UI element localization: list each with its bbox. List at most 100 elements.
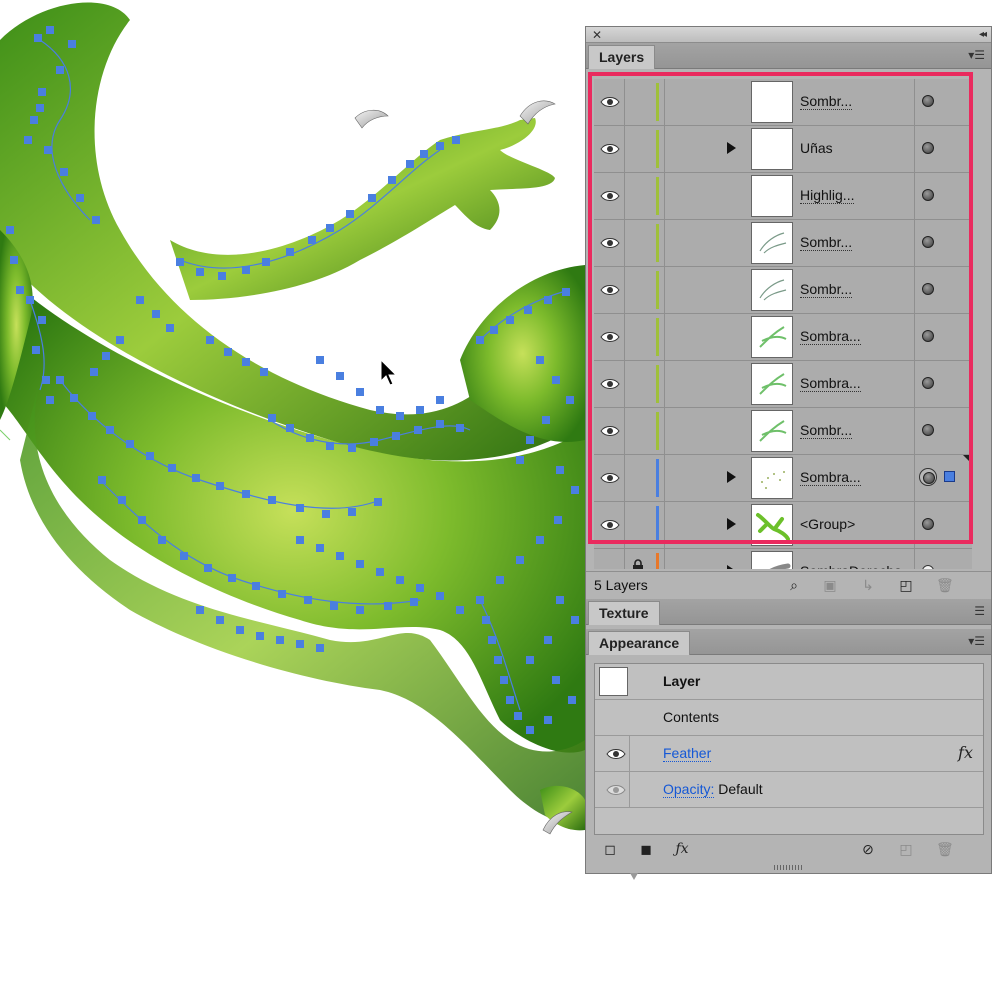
anchor-point[interactable] (106, 426, 114, 434)
anchor-point[interactable] (326, 442, 334, 450)
dock-collapse-icon[interactable]: ◂◂ (979, 27, 987, 43)
anchor-point[interactable] (260, 368, 268, 376)
anchor-point[interactable] (228, 574, 236, 582)
anchor-point[interactable] (146, 452, 154, 460)
anchor-point[interactable] (68, 40, 76, 48)
eye-icon[interactable] (598, 361, 622, 407)
anchor-point[interactable] (562, 288, 570, 296)
create-sublayer-icon[interactable]: ↳ (860, 577, 876, 593)
anchor-point[interactable] (116, 336, 124, 344)
anchor-point[interactable] (516, 556, 524, 564)
anchor-point[interactable] (506, 316, 514, 324)
anchor-point[interactable] (436, 592, 444, 600)
anchor-point[interactable] (252, 582, 260, 590)
anchor-point[interactable] (204, 564, 212, 572)
lock-icon[interactable] (632, 559, 644, 569)
anchor-point[interactable] (196, 268, 204, 276)
anchor-point[interactable] (60, 168, 68, 176)
anchor-point[interactable] (138, 516, 146, 524)
make-clipping-mask-icon[interactable]: ▣ (822, 577, 838, 593)
anchor-point[interactable] (90, 368, 98, 376)
panel-resize-grip[interactable] (774, 865, 802, 870)
layer-name[interactable]: Sombr... (800, 234, 853, 251)
anchor-point[interactable] (56, 66, 64, 74)
target-circle-icon[interactable] (922, 377, 934, 389)
anchor-point[interactable] (316, 356, 324, 364)
layer-row[interactable]: Sombra... (594, 361, 972, 408)
texture-menu-icon[interactable]: ☰ (974, 604, 985, 618)
anchor-point[interactable] (420, 150, 428, 158)
target-circle-icon[interactable] (922, 142, 934, 154)
eye-icon[interactable] (598, 173, 622, 219)
anchor-point[interactable] (544, 296, 552, 304)
anchor-point[interactable] (566, 396, 574, 404)
anchor-point[interactable] (88, 412, 96, 420)
anchor-point[interactable] (76, 194, 84, 202)
anchor-point[interactable] (436, 396, 444, 404)
anchor-point[interactable] (482, 616, 490, 624)
anchor-point[interactable] (506, 696, 514, 704)
target-circle-icon[interactable] (922, 189, 934, 201)
anchor-point[interactable] (262, 258, 270, 266)
dock-title-bar[interactable]: ✕ ◂◂ (586, 27, 991, 43)
anchor-point[interactable] (571, 486, 579, 494)
anchor-point[interactable] (414, 426, 422, 434)
anchor-point[interactable] (16, 286, 24, 294)
anchor-point[interactable] (356, 606, 364, 614)
tab-texture[interactable]: Texture (588, 601, 660, 625)
anchor-point[interactable] (436, 142, 444, 150)
anchor-point[interactable] (268, 496, 276, 504)
eye-icon[interactable] (598, 314, 622, 360)
locate-object-icon[interactable]: ⌕ (786, 577, 802, 593)
anchor-point[interactable] (192, 474, 200, 482)
add-stroke-icon[interactable]: ◻ (602, 841, 618, 857)
anchor-point[interactable] (176, 258, 184, 266)
anchor-point[interactable] (494, 656, 502, 664)
anchor-point[interactable] (374, 498, 382, 506)
target-circle-icon[interactable] (922, 518, 934, 530)
layer-name[interactable]: Highlig... (800, 187, 855, 204)
eye-icon[interactable] (598, 220, 622, 266)
anchor-point[interactable] (346, 210, 354, 218)
anchor-point[interactable] (348, 444, 356, 452)
anchor-point[interactable] (102, 352, 110, 360)
target-circle-icon[interactable] (922, 424, 934, 436)
anchor-point[interactable] (136, 296, 144, 304)
anchor-point[interactable] (526, 726, 534, 734)
expand-triangle-icon[interactable] (727, 142, 736, 154)
anchor-point[interactable] (526, 656, 534, 664)
layer-name[interactable]: Sombr... (800, 93, 853, 110)
anchor-point[interactable] (296, 504, 304, 512)
anchor-point[interactable] (10, 256, 18, 264)
anchor-point[interactable] (256, 632, 264, 640)
anchor-point[interactable] (304, 596, 312, 604)
anchor-point[interactable] (30, 116, 38, 124)
anchor-point[interactable] (24, 136, 32, 144)
anchor-point[interactable] (218, 272, 226, 280)
expand-triangle-icon[interactable] (727, 518, 736, 530)
anchor-point[interactable] (496, 576, 504, 584)
anchor-point[interactable] (216, 482, 224, 490)
layer-name[interactable]: Sombra... (800, 469, 861, 486)
eye-icon-dim[interactable] (603, 780, 629, 800)
target-circle-icon[interactable] (922, 565, 934, 569)
appearance-menu-icon[interactable]: ▾☰ (968, 634, 985, 648)
anchor-point[interactable] (356, 560, 364, 568)
anchor-point[interactable] (514, 712, 522, 720)
anchor-point[interactable] (336, 552, 344, 560)
anchor-point[interactable] (330, 602, 338, 610)
dock-close-icon[interactable]: ✕ (592, 27, 602, 43)
anchor-point[interactable] (388, 176, 396, 184)
anchor-point[interactable] (456, 606, 464, 614)
anchor-point[interactable] (536, 536, 544, 544)
anchor-point[interactable] (38, 316, 46, 324)
anchor-point[interactable] (526, 436, 534, 444)
layer-name[interactable]: Uñas (800, 140, 833, 156)
anchor-point[interactable] (152, 310, 160, 318)
expand-triangle-icon[interactable] (727, 565, 736, 569)
layer-name[interactable]: Sombr... (800, 422, 853, 439)
anchor-point[interactable] (268, 414, 276, 422)
layer-row[interactable]: Sombr... (594, 408, 972, 455)
layer-name[interactable]: Sombra... (800, 328, 861, 345)
anchor-point[interactable] (376, 406, 384, 414)
